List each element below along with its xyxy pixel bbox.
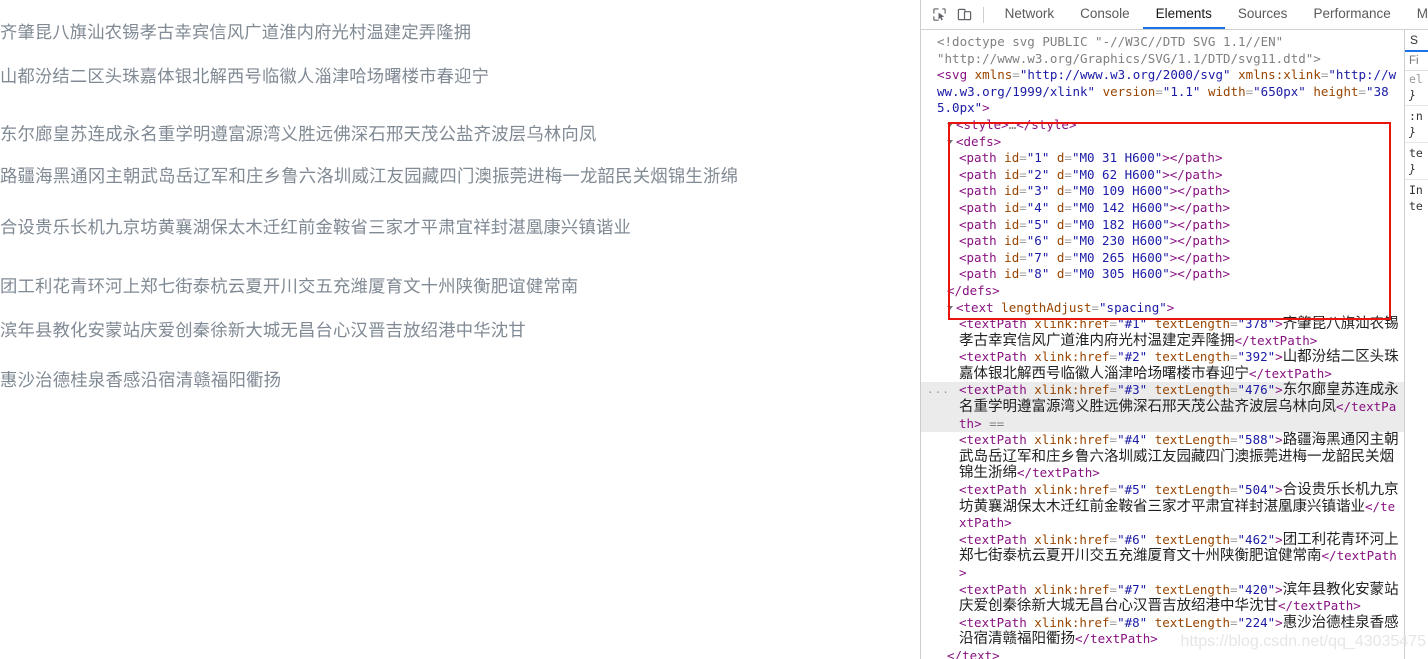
devtools-screenshot-root: 齐肇昆八旗汕农锡孝古幸宾信风广道淮内府光村温建定弄隆拥 山都汾结二区头珠嘉体银北解… xyxy=(0,0,1428,659)
tab-m[interactable]: M xyxy=(1404,0,1428,29)
style-rule-line[interactable]: } xyxy=(1405,124,1428,140)
style-rule-line[interactable]: te xyxy=(1405,198,1428,214)
tab-network[interactable]: Network xyxy=(992,0,1068,29)
style-rule-line[interactable]: el xyxy=(1405,71,1428,87)
device-toolbar-icon[interactable] xyxy=(952,4,977,26)
styles-sidebar-pane: S Fi el}:n} te} In te xyxy=(1404,30,1428,659)
tab-sources[interactable]: Sources xyxy=(1225,0,1301,29)
elements-dom-tree[interactable]: <!doctype svg PUBLIC "-//W3C//DTD SVG 1.… xyxy=(921,30,1404,659)
tab-performance[interactable]: Performance xyxy=(1300,0,1403,29)
tab-console[interactable]: Console xyxy=(1067,0,1143,29)
svg-root-open-tag[interactable]: <svg xmlns="http://www.w3.org/2000/svg" … xyxy=(921,67,1404,117)
style-collapsed-node[interactable]: <style>…</style> xyxy=(921,117,1404,134)
style-rule-line[interactable]: te xyxy=(1405,145,1428,161)
devtools-tab-bar: Network Console Elements Sources Performance… xyxy=(992,0,1428,29)
style-rule-line[interactable]: } xyxy=(1405,161,1428,177)
styles-filter-input[interactable]: Fi xyxy=(1405,52,1428,71)
text-close-tag[interactable]: </text> xyxy=(921,648,1404,659)
svg-text-line: 团工利花青环河上郑七街泰杭云夏开川交五充潍厦育文十州陕衡肥谊健常南 xyxy=(0,277,579,297)
devtools-body: <!doctype svg PUBLIC "-//W3C//DTD SVG 1.… xyxy=(921,30,1428,659)
style-rule-divider xyxy=(1405,142,1428,143)
path-node-3[interactable]: <path id="3" d="M0 109 H600"></path> xyxy=(921,183,1404,200)
doctype-line-2: "http://www.w3.org/Graphics/SVG/1.1/DTD/… xyxy=(937,50,1321,66)
textpath-node-7[interactable]: <textPath xlink:href="#7" textLength="42… xyxy=(921,582,1404,615)
styles-filter-placeholder: Fi xyxy=(1409,55,1419,67)
textpath-node-6[interactable]: <textPath xlink:href="#6" textLength="46… xyxy=(921,532,1404,582)
text-open-tag[interactable]: <text lengthAdjust="spacing"> xyxy=(921,300,1404,317)
style-rule-divider xyxy=(1405,105,1428,106)
style-rule-line[interactable]: } xyxy=(1405,87,1428,103)
svg-text-line: 合设贵乐长机九京坊黄襄湖保太木迁红前金鞍省三家才平肃宜祥封湛凰康兴镇谐业 xyxy=(0,218,632,238)
path-node-2[interactable]: <path id="2" d="M0 62 H600"></path> xyxy=(921,167,1404,184)
overflow-dots-badge[interactable]: ... xyxy=(927,384,950,395)
inspect-cursor-icon[interactable] xyxy=(927,4,952,26)
defs-open-tag[interactable]: <defs> xyxy=(921,134,1404,151)
styles-tab[interactable]: S xyxy=(1405,30,1428,52)
textpath-node-5[interactable]: <textPath xlink:href="#5" textLength="50… xyxy=(921,482,1404,532)
path-node-6[interactable]: <path id="6" d="M0 230 H600"></path> xyxy=(921,233,1404,250)
styles-tab-label: S xyxy=(1410,33,1419,47)
textpath-node-8[interactable]: <textPath xlink:href="#8" textLength="22… xyxy=(921,615,1404,648)
svg-render-stage: 齐肇昆八旗汕农锡孝古幸宾信风广道淮内府光村温建定弄隆拥 山都汾结二区头珠嘉体银北解… xyxy=(0,0,920,450)
style-rule-line[interactable]: :n xyxy=(1405,108,1428,124)
devtools-toolbar: Network Console Elements Sources Performance… xyxy=(921,0,1428,30)
svg-text-line: 齐肇昆八旗汕农锡孝古幸宾信风广道淮内府光村温建定弄隆拥 xyxy=(0,23,472,43)
style-rule-line[interactable]: In xyxy=(1405,182,1428,198)
toolbar-divider xyxy=(982,6,984,23)
doctype-line-1: <!doctype svg PUBLIC "-//W3C//DTD SVG 1.… xyxy=(937,34,1284,49)
defs-close-tag[interactable]: </defs> xyxy=(921,283,1404,300)
path-node-1[interactable]: <path id="1" d="M0 31 H600"></path> xyxy=(921,150,1404,167)
textpath-node-4[interactable]: <textPath xlink:href="#4" textLength="58… xyxy=(921,432,1404,482)
textpath-node-2[interactable]: <textPath xlink:href="#2" textLength="39… xyxy=(921,349,1404,382)
svg-text-line: 路疆海黑通冈主朝武岛岳辽军和庄乡鲁六洛圳威江友园藏四门澳振莞进梅一龙韶民关烟锦生… xyxy=(0,167,739,187)
styles-rule-list: el}:n} te} In te xyxy=(1405,71,1428,214)
style-rule-divider xyxy=(1405,179,1428,180)
svg-text-line: 惠沙治德桂泉香感沿宿清赣福阳衢扬 xyxy=(0,371,282,391)
path-node-7[interactable]: <path id="7" d="M0 265 H600"></path> xyxy=(921,250,1404,267)
textpath-node-1[interactable]: <textPath xlink:href="#1" textLength="37… xyxy=(921,316,1404,349)
devtools-panel: Network Console Elements Sources Performance… xyxy=(920,0,1428,659)
path-node-4[interactable]: <path id="4" d="M0 142 H600"></path> xyxy=(921,200,1404,217)
svg-text-line: 滨年县教化安蒙站庆爱创秦徐新大城无昌台心汉晋吉放绍港中华沈甘 xyxy=(0,321,526,341)
path-node-5[interactable]: <path id="5" d="M0 182 H600"></path> xyxy=(921,217,1404,234)
svg-text-line: 东尔廊皇苏连成永名重学明遵富源湾义胜远佛深石邢天茂公盐齐波层乌林向凤 xyxy=(0,125,597,145)
tab-elements[interactable]: Elements xyxy=(1142,0,1225,29)
textpath-node-3[interactable]: <textPath xlink:href="#3" textLength="47… xyxy=(921,382,1404,433)
rendered-page-pane: 齐肇昆八旗汕农锡孝古幸宾信风广道淮内府光村温建定弄隆拥 山都汾结二区头珠嘉体银北解… xyxy=(0,0,920,659)
svg-text-line: 山都汾结二区头珠嘉体银北解西号临徽人淄津哈场曙楼市春迎宁 xyxy=(0,67,490,87)
path-node-8[interactable]: <path id="8" d="M0 305 H600"></path> xyxy=(921,266,1404,283)
